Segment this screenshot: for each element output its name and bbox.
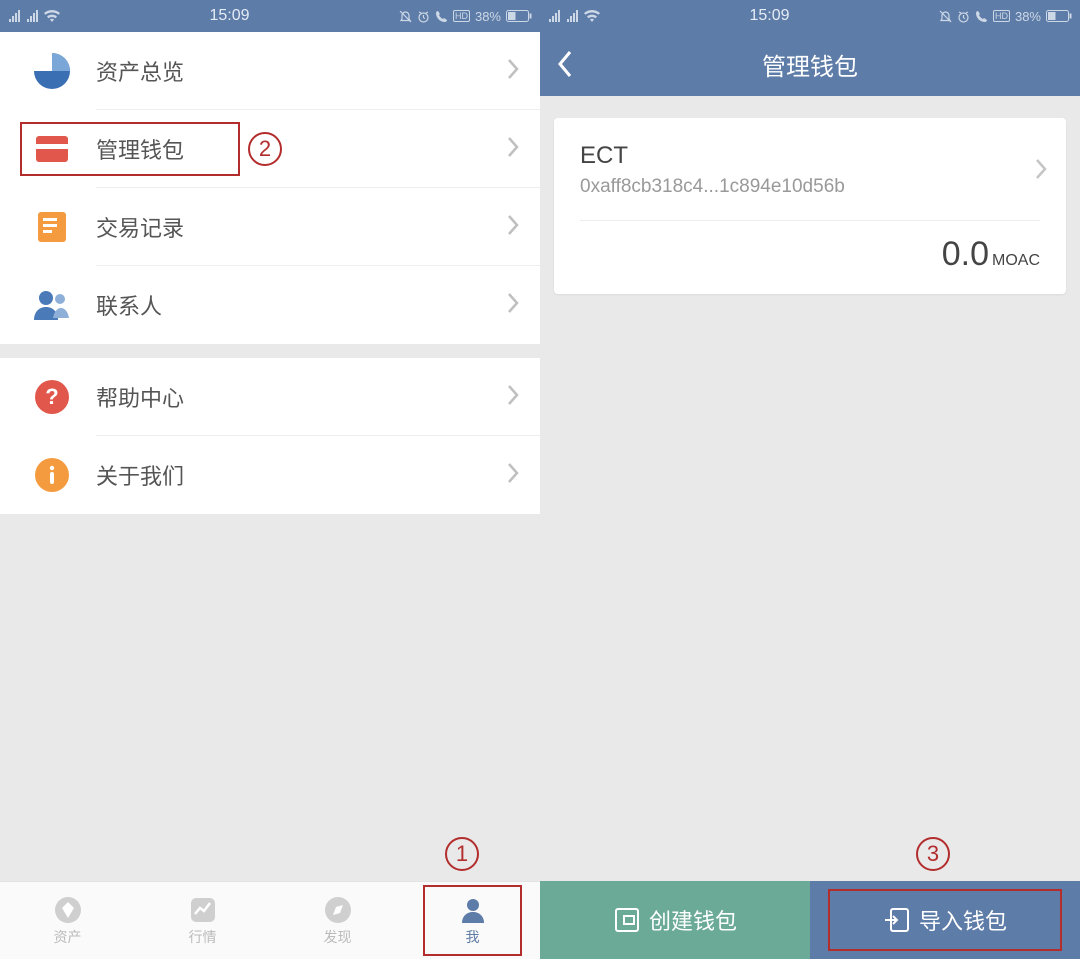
import-wallet-button[interactable]: 导入钱包 <box>810 881 1080 959</box>
status-time: 15:09 <box>60 7 399 25</box>
annotation-1: 1 <box>445 837 479 871</box>
menu-label: 联系人 <box>96 289 506 321</box>
tab-assets[interactable]: 资产 <box>0 882 135 959</box>
svg-text:?: ? <box>45 384 58 409</box>
wallet-address: 0xaff8cb318c4...1c894e10d56b <box>580 176 1040 198</box>
alarm-icon <box>417 10 430 23</box>
call-hd-icon <box>435 10 448 23</box>
tab-discover[interactable]: 发现 <box>270 882 405 959</box>
person-icon <box>458 895 488 925</box>
phone-right: 15:09 HD 38% 管理钱包 ECT 0xaff8 <box>540 0 1080 959</box>
phone-left: 15:09 HD 38% 资产总览 <box>0 0 540 959</box>
menu-label: 资产总览 <box>96 55 506 87</box>
chevron-right-icon <box>506 214 520 241</box>
wifi-icon <box>584 10 600 22</box>
menu-label: 帮助中心 <box>96 381 506 413</box>
wallet-icon <box>30 127 74 171</box>
menu-item-help[interactable]: ? 帮助中心 <box>0 358 540 436</box>
button-label: 导入钱包 <box>919 904 1007 936</box>
status-bar: 15:09 HD 38% <box>0 0 540 32</box>
status-left <box>548 10 600 22</box>
battery-pct: 38% <box>475 9 501 24</box>
chevron-right-icon <box>1034 158 1048 185</box>
back-button[interactable] <box>540 32 590 96</box>
signal-4g-icon <box>548 10 562 22</box>
hd-badge: HD <box>993 10 1010 22</box>
status-right: HD 38% <box>939 9 1072 24</box>
notification-off-icon <box>939 10 952 23</box>
chevron-right-icon <box>506 58 520 85</box>
signal-2g-icon <box>566 10 580 22</box>
bottom-tabbar: 资产 行情 发现 我 <box>0 881 540 959</box>
divider <box>580 220 1040 221</box>
menu-label: 交易记录 <box>96 211 506 243</box>
battery-icon <box>506 10 532 22</box>
call-hd-icon <box>975 10 988 23</box>
tab-market[interactable]: 行情 <box>135 882 270 959</box>
signal-4g-icon <box>8 10 22 22</box>
wallet-card[interactable]: ECT 0xaff8cb318c4...1c894e10d56b 0.0MOAC <box>554 118 1066 294</box>
chevron-right-icon <box>506 462 520 489</box>
annotation-3: 3 <box>916 837 950 871</box>
tab-label: 资产 <box>54 927 82 947</box>
wallet-balance: 0.0MOAC <box>580 235 1040 274</box>
menu-item-assets-overview[interactable]: 资产总览 <box>0 32 540 110</box>
gem-icon <box>53 895 83 925</box>
status-time: 15:09 <box>600 7 939 25</box>
wallet-body: ECT 0xaff8cb318c4...1c894e10d56b 0.0MOAC <box>540 96 1080 316</box>
header-bar: 管理钱包 <box>540 32 1080 96</box>
chevron-right-icon <box>506 292 520 319</box>
header-title: 管理钱包 <box>540 47 1080 82</box>
signal-2g-icon <box>26 10 40 22</box>
battery-pct: 38% <box>1015 9 1041 24</box>
info-icon <box>30 453 74 497</box>
document-icon <box>30 205 74 249</box>
tab-label: 我 <box>466 927 480 947</box>
balance-unit: MOAC <box>992 252 1040 269</box>
wifi-icon <box>44 10 60 22</box>
compass-icon <box>323 895 353 925</box>
menu-item-manage-wallet[interactable]: 管理钱包 2 <box>0 110 540 188</box>
bottom-actions: 创建钱包 导入钱包 <box>540 881 1080 959</box>
alarm-icon <box>957 10 970 23</box>
create-wallet-icon <box>613 906 641 934</box>
hd-badge: HD <box>453 10 470 22</box>
help-icon: ? <box>30 375 74 419</box>
import-wallet-icon <box>883 906 911 934</box>
button-label: 创建钱包 <box>649 904 737 936</box>
menu-label: 管理钱包 <box>96 133 506 165</box>
menu-section-1: 资产总览 管理钱包 2 交易记录 <box>0 32 540 344</box>
contacts-icon <box>30 283 74 327</box>
status-bar: 15:09 HD 38% <box>540 0 1080 32</box>
wallet-name: ECT <box>580 142 1040 170</box>
tab-label: 行情 <box>189 927 217 947</box>
menu-item-about[interactable]: 关于我们 <box>0 436 540 514</box>
menu-label: 关于我们 <box>96 459 506 491</box>
menu-item-contacts[interactable]: 联系人 <box>0 266 540 344</box>
balance-value: 0.0 <box>942 235 989 273</box>
create-wallet-button[interactable]: 创建钱包 <box>540 881 810 959</box>
status-left <box>8 10 60 22</box>
notification-off-icon <box>399 10 412 23</box>
chevron-left-icon <box>556 49 574 79</box>
section-gap <box>0 344 540 358</box>
battery-icon <box>1046 10 1072 22</box>
pie-chart-icon <box>30 49 74 93</box>
status-right: HD 38% <box>399 9 532 24</box>
market-icon <box>188 895 218 925</box>
menu-item-tx-history[interactable]: 交易记录 <box>0 188 540 266</box>
tab-me[interactable]: 我 <box>405 882 540 959</box>
chevron-right-icon <box>506 384 520 411</box>
tab-label: 发现 <box>324 927 352 947</box>
chevron-right-icon <box>506 136 520 163</box>
menu-section-2: ? 帮助中心 关于我们 <box>0 358 540 514</box>
